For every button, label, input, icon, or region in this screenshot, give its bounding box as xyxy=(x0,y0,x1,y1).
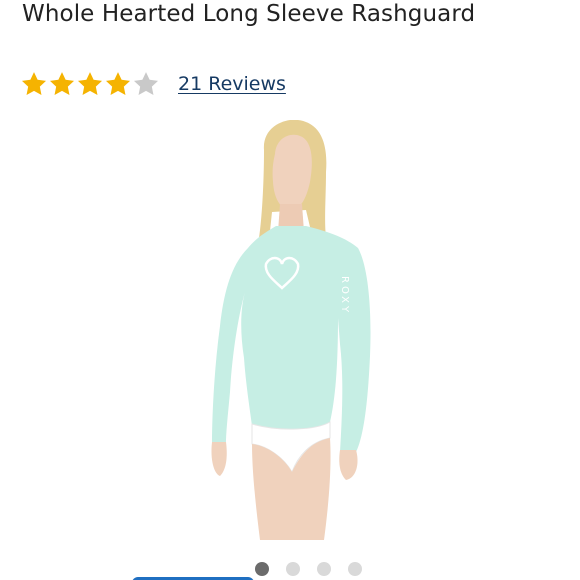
star-4 xyxy=(105,72,131,95)
rating-row: 21 Reviews xyxy=(20,68,286,100)
left-hand xyxy=(211,442,227,476)
star-rating xyxy=(20,70,160,98)
star-icon xyxy=(77,72,103,95)
star-1 xyxy=(21,72,47,95)
carousel-dot-2[interactable] xyxy=(285,562,300,576)
product-photo[interactable]: ROXY xyxy=(160,120,420,540)
star-2 xyxy=(49,72,75,95)
product-title: Whole Hearted Long Sleeve Rashguard xyxy=(22,1,476,27)
star-icon xyxy=(105,72,131,95)
star-5 xyxy=(133,72,159,95)
star-3 xyxy=(77,72,103,95)
sleeve-print: ROXY xyxy=(339,276,350,315)
reviews-link[interactable]: 21 Reviews xyxy=(178,73,286,95)
star-icon xyxy=(133,72,159,95)
star-icon xyxy=(21,72,47,95)
carousel-dots xyxy=(0,562,580,576)
rashguard xyxy=(212,226,371,452)
carousel-dot-1[interactable] xyxy=(254,562,269,576)
right-hand xyxy=(339,450,358,480)
carousel-dot-4[interactable] xyxy=(347,562,362,576)
carousel-dot-3[interactable] xyxy=(316,562,331,576)
star-icon xyxy=(49,72,75,95)
